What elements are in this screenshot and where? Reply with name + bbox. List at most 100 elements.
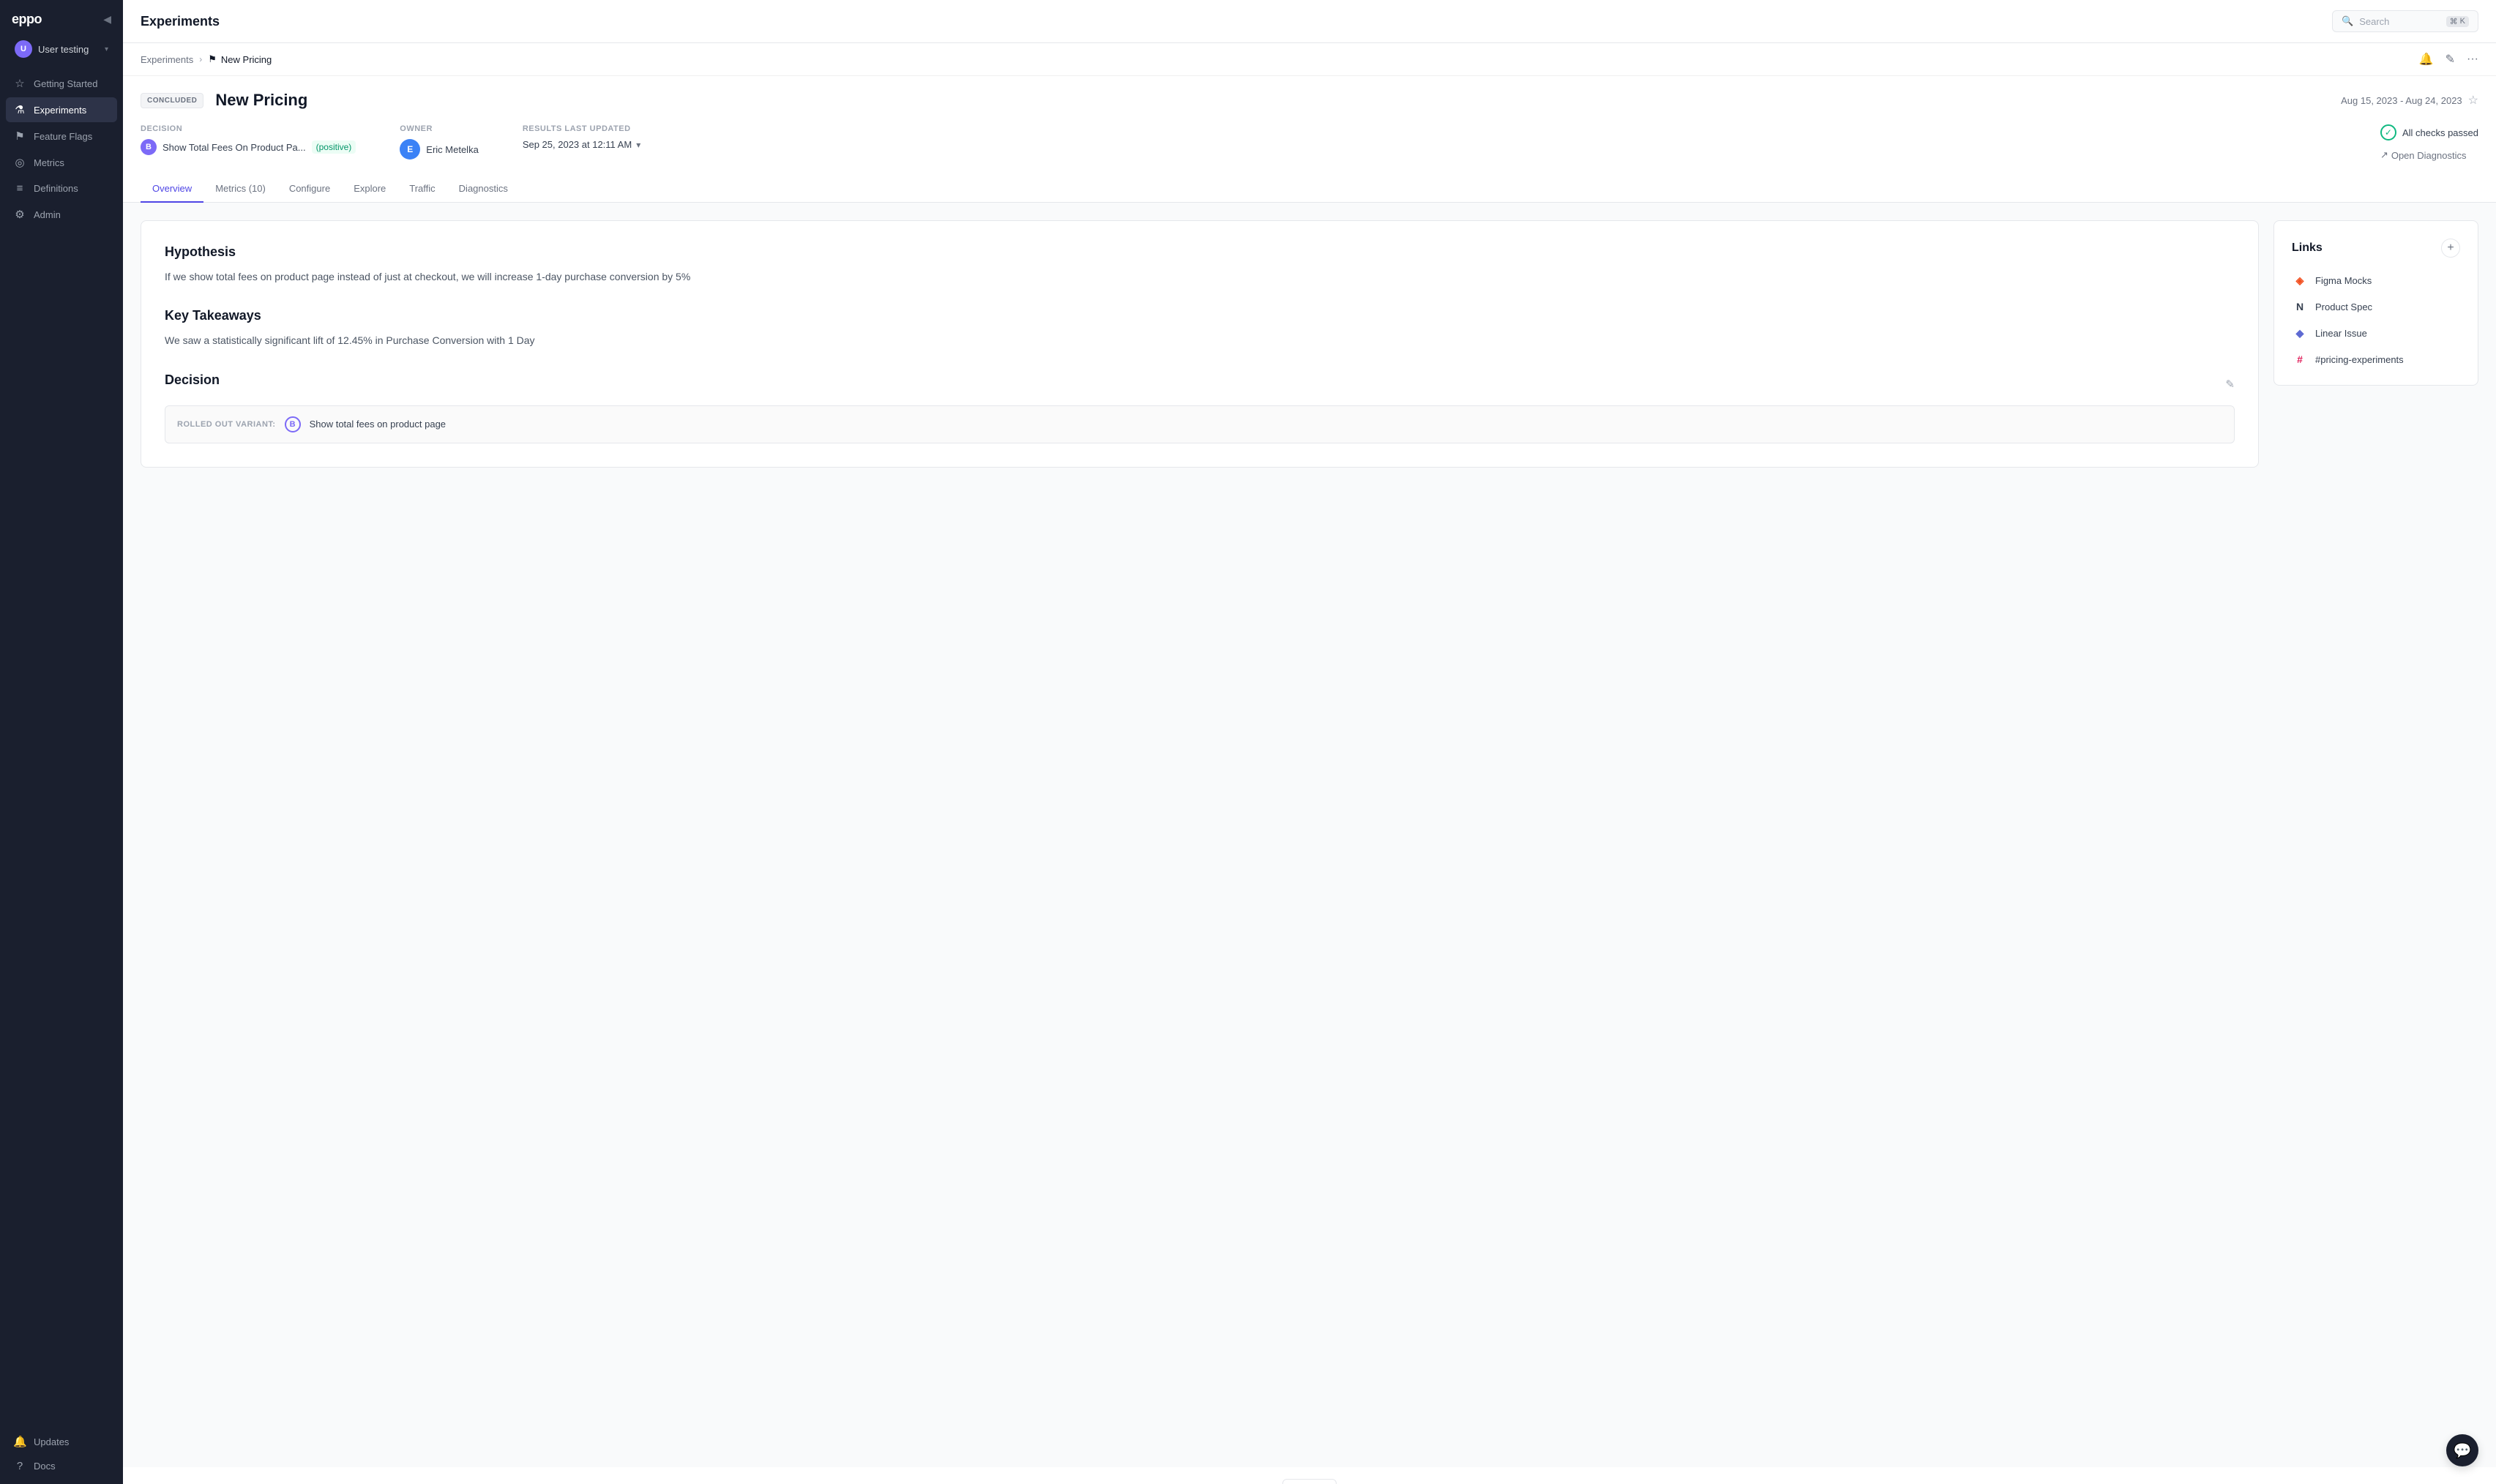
notification-button[interactable]: 🔔 <box>2419 52 2434 67</box>
add-card-button[interactable]: + Card <box>1282 1479 1336 1484</box>
content-area: CONCLUDED New Pricing Aug 15, 2023 - Aug… <box>123 76 2496 1484</box>
getting-started-icon: ☆ <box>13 77 26 90</box>
results-value: Sep 25, 2023 at 12:11 AM ▾ <box>523 139 640 150</box>
rolled-out-variant-badge: B <box>285 416 301 432</box>
status-badge: CONCLUDED <box>141 93 203 108</box>
cards-area: Hypothesis If we show total fees on prod… <box>123 203 2496 1467</box>
hypothesis-section: Hypothesis If we show total fees on prod… <box>165 244 2235 285</box>
sidebar-item-feature-flags[interactable]: ⚑ Feature Flags <box>6 124 117 149</box>
logo-text: eppo <box>12 12 42 27</box>
sidebar-bottom: 🔔 Updates ? Docs <box>0 1423 123 1484</box>
hypothesis-title: Hypothesis <box>165 244 2235 260</box>
results-date: Sep 25, 2023 at 12:11 AM <box>523 139 632 150</box>
sidebar-item-updates[interactable]: 🔔 Updates <box>6 1429 117 1454</box>
sidebar-item-metrics[interactable]: ◎ Metrics <box>6 150 117 175</box>
more-options-button[interactable]: ··· <box>2467 53 2478 66</box>
breadcrumb-actions: 🔔 ✎ ··· <box>2419 52 2478 67</box>
page-title: Experiments <box>141 14 220 29</box>
decision-meta: DECISION B Show Total Fees On Product Pa… <box>141 124 356 155</box>
metrics-icon: ◎ <box>13 156 26 169</box>
rolled-out-text: Show total fees on product page <box>310 419 446 430</box>
figma-icon: ◈ <box>2292 272 2308 288</box>
open-diagnostics-link[interactable]: ↗ Open Diagnostics <box>2380 149 2467 161</box>
sidebar-item-docs[interactable]: ? Docs <box>6 1454 117 1478</box>
sidebar-item-label: Updates <box>34 1436 69 1447</box>
hypothesis-text: If we show total fees on product page in… <box>165 269 2235 285</box>
sidebar-item-definitions[interactable]: ≡ Definitions <box>6 176 117 201</box>
experiment-date: Aug 15, 2023 - Aug 24, 2023 ☆ <box>2341 93 2478 108</box>
chat-bubble[interactable]: 💬 <box>2446 1434 2478 1466</box>
link-notion[interactable]: N Product Spec <box>2292 299 2460 315</box>
results-label: RESULTS LAST UPDATED <box>523 124 640 133</box>
breadcrumb-current: ⚑ New Pricing <box>208 53 272 65</box>
tab-metrics[interactable]: Metrics (10) <box>203 176 277 203</box>
admin-icon: ⚙ <box>13 208 26 221</box>
owner-value: E Eric Metelka <box>400 139 479 160</box>
experiment-name: New Pricing <box>215 91 2329 110</box>
link-figma[interactable]: ◈ Figma Mocks <box>2292 272 2460 288</box>
edit-button[interactable]: ✎ <box>2445 52 2455 67</box>
experiment-title-row: CONCLUDED New Pricing Aug 15, 2023 - Aug… <box>141 91 2478 110</box>
sidebar-item-experiments[interactable]: ⚗ Experiments <box>6 97 117 122</box>
tab-diagnostics[interactable]: Diagnostics <box>447 176 520 203</box>
checks-text: All checks passed <box>2402 127 2478 138</box>
decision-header: Decision ✎ <box>165 372 2235 397</box>
slack-icon: # <box>2292 351 2308 367</box>
workspace-name: User testing <box>38 44 89 55</box>
docs-icon: ? <box>13 1460 26 1472</box>
links-header: Links + <box>2292 239 2460 258</box>
notion-icon: N <box>2292 299 2308 315</box>
rolled-out-box: ROLLED OUT VARIANT: B Show total fees on… <box>165 405 2235 443</box>
workspace-selector[interactable]: U User testing ▾ <box>6 36 117 62</box>
definitions-icon: ≡ <box>13 182 26 195</box>
breadcrumb-experiments[interactable]: Experiments <box>141 54 193 65</box>
main-content: Experiments 🔍 Search ⌘ K Experiments › ⚑… <box>123 0 2496 1484</box>
search-box[interactable]: 🔍 Search ⌘ K <box>2332 10 2478 32</box>
key-takeaways-title: Key Takeaways <box>165 308 2235 323</box>
experiments-icon: ⚗ <box>13 103 26 116</box>
sidebar-item-label: Definitions <box>34 183 78 194</box>
sidebar-logo: eppo ◀ <box>0 0 123 36</box>
breadcrumb-flag-icon: ⚑ <box>208 53 217 65</box>
search-icon: 🔍 <box>2342 15 2353 27</box>
tab-configure[interactable]: Configure <box>277 176 342 203</box>
link-list: ◈ Figma Mocks N Product Spec ◆ Linear Is… <box>2292 272 2460 367</box>
link-label: Linear Issue <box>2315 328 2367 339</box>
breadcrumb: Experiments › ⚑ New Pricing 🔔 ✎ ··· <box>123 43 2496 76</box>
collapse-button[interactable]: ◀ <box>103 13 111 26</box>
link-linear[interactable]: ◆ Linear Issue <box>2292 325 2460 341</box>
checks-row: ✓ All checks passed <box>2380 124 2478 140</box>
experiment-meta: DECISION B Show Total Fees On Product Pa… <box>141 124 2478 176</box>
decision-section: Decision ✎ ROLLED OUT VARIANT: B Show to… <box>165 372 2235 443</box>
chevron-down-icon[interactable]: ▾ <box>636 140 640 150</box>
diagnostics-icon: ↗ <box>2380 149 2388 161</box>
link-slack[interactable]: # #pricing-experiments <box>2292 351 2460 367</box>
check-icon: ✓ <box>2380 124 2396 140</box>
variant-description: Show Total Fees On Product Pa... <box>162 142 306 153</box>
links-title: Links <box>2292 241 2323 255</box>
updates-icon: 🔔 <box>13 1435 26 1448</box>
breadcrumb-separator: › <box>199 54 202 64</box>
search-shortcut: ⌘ K <box>2446 16 2469 27</box>
sidebar-item-getting-started[interactable]: ☆ Getting Started <box>6 71 117 96</box>
sidebar-item-label: Admin <box>34 209 61 220</box>
star-icon[interactable]: ☆ <box>2468 93 2478 108</box>
header: Experiments 🔍 Search ⌘ K <box>123 0 2496 43</box>
decision-label: DECISION <box>141 124 356 133</box>
avatar: E <box>400 139 420 160</box>
variant-badge: B <box>141 139 157 155</box>
add-card-row: + Card <box>123 1467 2496 1484</box>
link-label: Figma Mocks <box>2315 275 2372 286</box>
results-meta: RESULTS LAST UPDATED Sep 25, 2023 at 12:… <box>523 124 640 150</box>
tab-traffic[interactable]: Traffic <box>397 176 446 203</box>
add-link-button[interactable]: + <box>2441 239 2460 258</box>
workspace-chevron-icon: ▾ <box>105 45 108 53</box>
tab-overview[interactable]: Overview <box>141 176 203 203</box>
link-label: #pricing-experiments <box>2315 354 2404 365</box>
positive-tag: (positive) <box>312 140 356 154</box>
decision-edit-icon[interactable]: ✎ <box>2225 378 2235 391</box>
sidebar-item-admin[interactable]: ⚙ Admin <box>6 202 117 227</box>
overview-card: Hypothesis If we show total fees on prod… <box>141 220 2259 468</box>
tab-explore[interactable]: Explore <box>342 176 397 203</box>
sidebar-item-label: Experiments <box>34 105 86 116</box>
